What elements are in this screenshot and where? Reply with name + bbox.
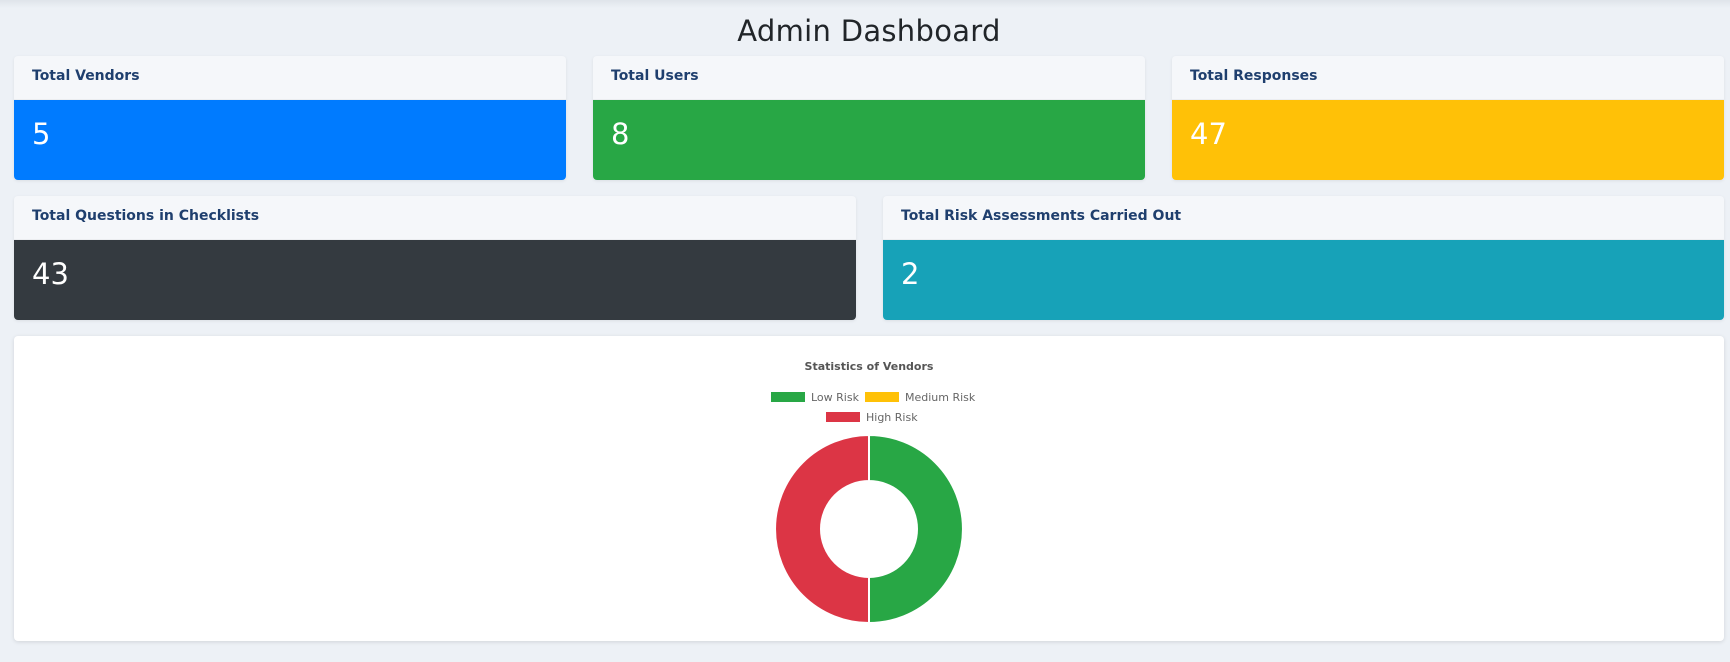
donut-slice-high-risk[interactable]	[774, 433, 870, 625]
total-vendors-value: 5	[14, 100, 566, 180]
total-risk-assessments-label: Total Risk Assessments Carried Out	[883, 196, 1724, 240]
total-vendors-label: Total Vendors	[14, 56, 566, 100]
legend-label-low-risk: Low Risk	[811, 391, 859, 404]
vendor-risk-donut-chart	[774, 433, 964, 625]
donut-slice-low-risk[interactable]	[868, 433, 964, 625]
total-questions-label: Total Questions in Checklists	[14, 196, 856, 240]
legend-item-low-risk[interactable]: Low Risk	[771, 391, 859, 404]
chart-title: Statistics of Vendors	[804, 360, 934, 373]
legend-item-high-risk[interactable]: High Risk	[826, 411, 918, 424]
total-users-label: Total Users	[593, 56, 1145, 100]
total-risk-assessments-card: Total Risk Assessments Carried Out 2	[883, 196, 1724, 320]
total-vendors-card: Total Vendors 5	[14, 56, 566, 180]
legend-swatch-medium-risk	[865, 392, 899, 402]
total-responses-value: 47	[1172, 100, 1724, 180]
total-questions-card: Total Questions in Checklists 43	[14, 196, 856, 320]
total-users-card: Total Users 8	[593, 56, 1145, 180]
legend-label-high-risk: High Risk	[866, 411, 918, 424]
page-title: Admin Dashboard	[737, 14, 1001, 48]
legend-item-medium-risk[interactable]: Medium Risk	[865, 391, 975, 404]
total-users-value: 8	[593, 100, 1145, 180]
vendor-statistics-chart-card: Statistics of Vendors Low Risk Medium Ri…	[14, 336, 1724, 641]
page-top-shadow	[0, 0, 1730, 8]
total-responses-card: Total Responses 47	[1172, 56, 1724, 180]
total-responses-label: Total Responses	[1172, 56, 1724, 100]
legend-swatch-high-risk	[826, 412, 860, 422]
total-questions-value: 43	[14, 240, 856, 320]
legend-swatch-low-risk	[771, 392, 805, 402]
total-risk-assessments-value: 2	[883, 240, 1724, 320]
legend-label-medium-risk: Medium Risk	[905, 391, 976, 404]
